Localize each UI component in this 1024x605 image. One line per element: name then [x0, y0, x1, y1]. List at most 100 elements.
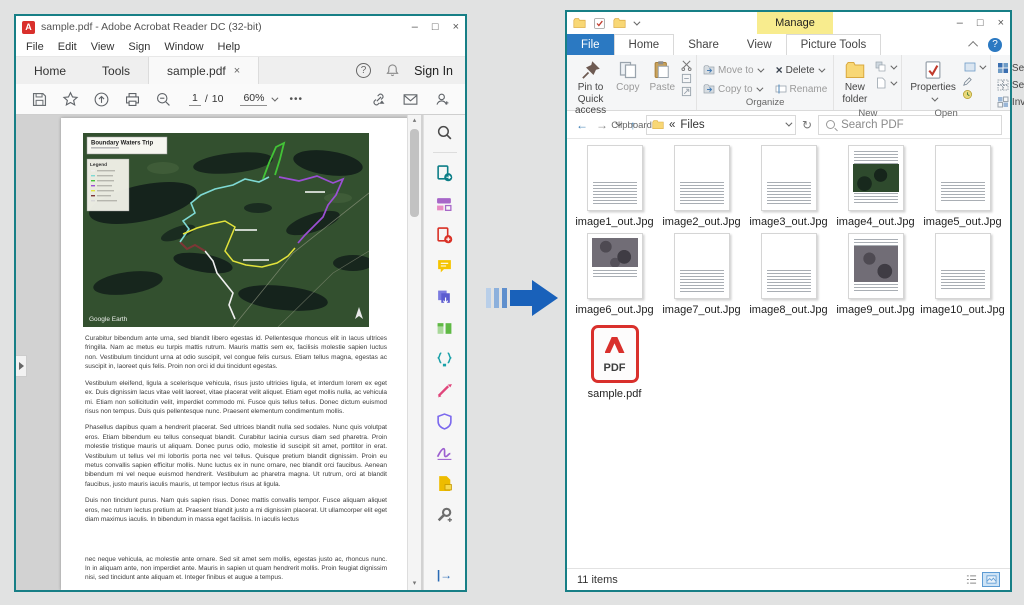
file-item-sample.pdf[interactable]: PDF sample.pdf	[571, 321, 658, 409]
comment-icon[interactable]	[434, 255, 456, 277]
explorer-help-icon[interactable]: ?	[988, 37, 1002, 52]
maximize-button[interactable]: □	[977, 17, 984, 29]
print-icon[interactable]	[123, 90, 141, 108]
select-all-button[interactable]: Select all	[995, 61, 1024, 75]
invert-selection-button[interactable]: Invert selection	[995, 95, 1024, 109]
paste-button[interactable]: Paste	[645, 58, 679, 96]
share-link-icon[interactable]	[369, 90, 387, 108]
menu-window[interactable]: Window	[164, 41, 203, 53]
copy-to-button[interactable]: Copy to	[701, 82, 763, 96]
tab-file[interactable]: File	[567, 34, 614, 55]
scroll-up-icon[interactable]: ▴	[408, 115, 421, 127]
expand-panel-icon[interactable]: |→	[437, 568, 452, 582]
menu-sign[interactable]: Sign	[128, 41, 150, 53]
share-upload-icon[interactable]	[92, 90, 110, 108]
search-tool-icon[interactable]	[434, 121, 456, 143]
quick-access-newfolder-icon[interactable]	[613, 17, 626, 30]
edit-pdf-icon[interactable]	[434, 193, 456, 215]
combine-files-icon[interactable]	[434, 286, 456, 308]
tab-document[interactable]: sample.pdf ×	[148, 57, 260, 84]
pin-to-quick-access-button[interactable]: Pin to Quick access	[571, 58, 610, 119]
select-none-button[interactable]: Select none	[995, 78, 1024, 92]
close-button[interactable]: ×	[453, 21, 459, 33]
zoom-dropdown-icon[interactable]	[271, 94, 279, 102]
details-view-button[interactable]	[962, 572, 980, 587]
paste-shortcut-icon[interactable]	[681, 86, 692, 97]
scrollbar-thumb[interactable]	[410, 129, 419, 217]
menu-edit[interactable]: Edit	[58, 41, 77, 53]
delete-x-icon: ×	[775, 63, 783, 77]
profile-icon[interactable]	[433, 90, 451, 108]
menu-view[interactable]: View	[91, 41, 115, 53]
more-tools-ellipsis[interactable]: •••	[289, 94, 303, 105]
maximize-button[interactable]: □	[432, 21, 439, 33]
new-item-icon[interactable]	[875, 77, 887, 89]
file-item-image3_out.Jpg[interactable]: PDF image3_out.Jpg	[745, 145, 832, 233]
email-icon[interactable]	[401, 90, 419, 108]
certificate-sign-icon[interactable]	[434, 441, 456, 463]
save-icon[interactable]	[30, 90, 48, 108]
open-icon[interactable]	[964, 61, 976, 73]
tab-picture-tools[interactable]: Picture Tools	[785, 34, 882, 55]
minimize-button[interactable]: –	[957, 17, 963, 29]
organize-pages-icon[interactable]	[434, 317, 456, 339]
history-icon[interactable]	[962, 89, 973, 100]
file-item-image10_out.Jpg[interactable]: PDF image10_out.Jpg	[919, 233, 1006, 321]
scroll-down-icon[interactable]: ▾	[408, 578, 421, 590]
collapse-ribbon-icon[interactable]	[968, 40, 979, 51]
file-item-image4_out.Jpg[interactable]: PDF image4_out.Jpg	[832, 145, 919, 233]
new-folder-button[interactable]: New folder	[838, 58, 871, 107]
pdf-page[interactable]: Boundary Waters Trip Legend Google Earth…	[61, 118, 409, 590]
menu-file[interactable]: File	[26, 41, 44, 53]
copy-button[interactable]: Copy	[612, 58, 643, 96]
edit-icon[interactable]	[962, 76, 973, 87]
thumbnail-view-button[interactable]	[982, 572, 1000, 587]
acrobat-titlebar[interactable]: A sample.pdf - Adobe Acrobat Reader DC (…	[16, 16, 465, 38]
page-number-input[interactable]: 1	[189, 92, 201, 106]
copy-path-icon[interactable]	[681, 73, 692, 84]
star-favorite-icon[interactable]	[61, 90, 79, 108]
file-item-image7_out.Jpg[interactable]: PDF image7_out.Jpg	[658, 233, 745, 321]
create-pdf-icon[interactable]	[434, 224, 456, 246]
more-tools-icon[interactable]	[434, 503, 456, 525]
easy-access-icon[interactable]	[875, 61, 887, 73]
sign-in-button[interactable]: Sign In	[414, 64, 453, 78]
close-button[interactable]: ×	[998, 17, 1004, 29]
protect-icon[interactable]	[434, 410, 456, 432]
zoom-level-input[interactable]: 60%	[240, 92, 268, 106]
quick-access-properties-icon[interactable]	[593, 17, 606, 30]
file-item-image2_out.Jpg[interactable]: PDF image2_out.Jpg	[658, 145, 745, 233]
tab-tools[interactable]: Tools	[84, 57, 148, 84]
vertical-scrollbar[interactable]: ▴ ▾	[407, 115, 421, 590]
file-item-image8_out.Jpg[interactable]: PDF image8_out.Jpg	[745, 233, 832, 321]
minimize-button[interactable]: –	[412, 21, 418, 33]
tab-view[interactable]: View	[733, 34, 786, 55]
help-icon[interactable]: ?	[356, 63, 372, 78]
file-item-image5_out.Jpg[interactable]: PDF image5_out.Jpg	[919, 145, 1006, 233]
fill-sign-icon[interactable]	[434, 379, 456, 401]
menu-help[interactable]: Help	[218, 41, 241, 53]
cut-icon[interactable]	[681, 60, 692, 71]
tab-home[interactable]: Home	[16, 57, 84, 84]
export-pdf-icon[interactable]	[434, 162, 456, 184]
delete-button[interactable]: × Delete	[774, 62, 825, 78]
address-dropdown-icon[interactable]	[785, 119, 793, 127]
scan-ocr-icon[interactable]	[434, 348, 456, 370]
properties-button[interactable]: Properties	[906, 58, 960, 107]
customize-toolbar-icon[interactable]	[633, 18, 641, 26]
close-tab-icon[interactable]: ×	[234, 65, 240, 77]
zoom-out-icon[interactable]	[154, 90, 172, 108]
stamp-icon[interactable]	[434, 472, 456, 494]
tab-home[interactable]: Home	[613, 34, 675, 55]
left-panel-toggle[interactable]	[16, 355, 27, 377]
file-item-image6_out.Jpg[interactable]: PDF image6_out.Jpg	[571, 233, 658, 321]
rename-button[interactable]: Rename	[773, 82, 830, 96]
tab-share[interactable]: Share	[674, 34, 733, 55]
move-to-button[interactable]: Move to	[701, 62, 765, 78]
explorer-titlebar[interactable]: Manage – □ ×	[567, 12, 1010, 34]
notifications-bell-icon[interactable]	[385, 63, 400, 78]
refresh-icon[interactable]: ↻	[802, 118, 812, 132]
file-item-image1_out.Jpg[interactable]: PDF image1_out.Jpg	[571, 145, 658, 233]
file-item-image9_out.Jpg[interactable]: PDF image9_out.Jpg	[832, 233, 919, 321]
quick-access-folder-icon[interactable]	[573, 17, 586, 30]
